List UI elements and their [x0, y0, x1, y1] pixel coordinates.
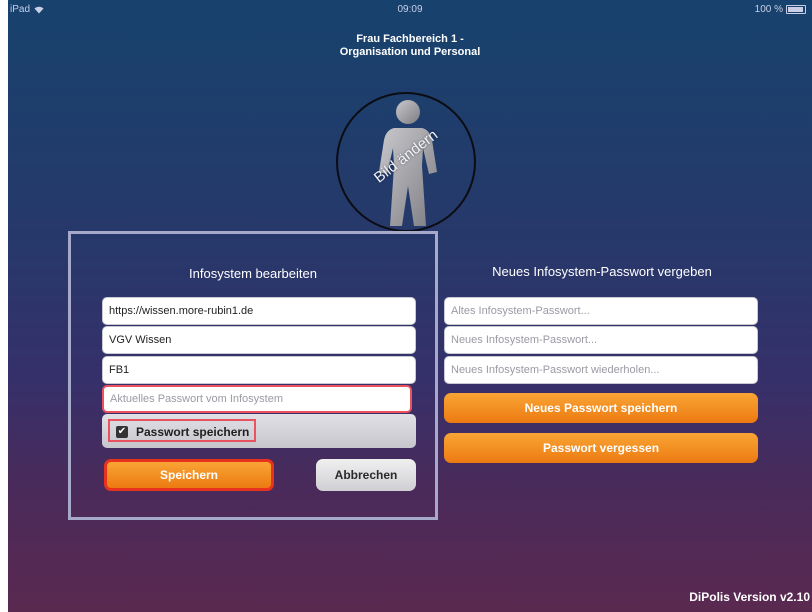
user-field[interactable]: FB1 [102, 356, 416, 384]
old-password-field[interactable]: Altes Infosystem-Passwort... [444, 297, 758, 325]
battery-percentage: 100 % [754, 4, 783, 15]
repeat-password-field[interactable]: Neues Infosystem-Passwort wiederholen... [444, 356, 758, 384]
version-label: DiPolis Version v2.10 [689, 590, 810, 604]
battery-icon [786, 5, 806, 14]
save-new-password-button[interactable]: Neues Passwort speichern [444, 393, 758, 423]
save-password-row[interactable]: ✔ Passwort speichern [102, 414, 416, 448]
save-password-highlight: ✔ Passwort speichern [108, 419, 256, 442]
save-button[interactable]: Speichern [104, 459, 274, 491]
app-screen: iPad 09:09 100 % Frau Fachbereich 1 - Or… [8, 0, 812, 612]
edit-panel-title: Infosystem bearbeiten [189, 266, 317, 281]
avatar-button[interactable]: Bild ändern [336, 92, 476, 232]
status-bar: iPad 09:09 100 % [8, 0, 812, 20]
status-right: 100 % [755, 4, 806, 15]
password-panel-title: Neues Infosystem-Passwort vergeben [492, 264, 712, 279]
cancel-button[interactable]: Abbrechen [316, 459, 416, 491]
save-password-checkbox[interactable]: ✔ [116, 426, 128, 438]
user-name-line2: Organisation und Personal [339, 46, 481, 58]
user-name: Frau Fachbereich 1 - Organisation und Pe… [8, 33, 812, 59]
url-field[interactable]: https://wissen.more-rubin1.de [102, 297, 416, 325]
status-time: 09:09 [397, 4, 423, 15]
save-password-label: Passwort speichern [136, 425, 250, 439]
user-name-line1: Frau Fachbereich 1 - [356, 33, 464, 45]
new-password-field[interactable]: Neues Infosystem-Passwort... [444, 326, 758, 354]
forgot-password-button[interactable]: Passwort vergessen [444, 433, 758, 463]
name-field[interactable]: VGV Wissen [102, 326, 416, 354]
current-password-field[interactable]: Aktuelles Passwort vom Infosystem [102, 385, 412, 413]
